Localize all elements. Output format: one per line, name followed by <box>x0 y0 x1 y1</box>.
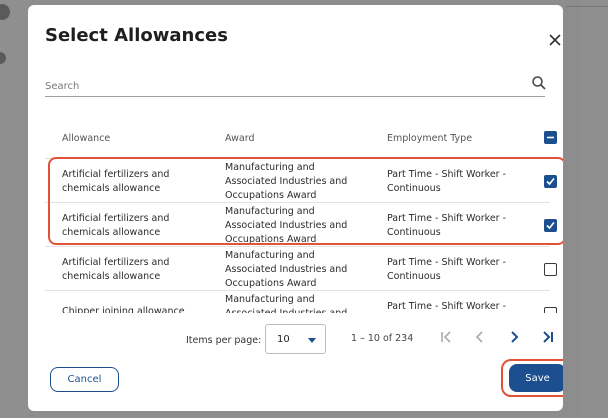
items-per-page-label: Items per page: <box>186 335 262 346</box>
employment-type-cell: Part Time - Shift Worker - Continuous <box>387 257 507 282</box>
dialog-title: Select Allowances <box>45 25 228 46</box>
row-checkbox[interactable] <box>544 307 557 313</box>
page-range: 1 – 10 of 234 <box>351 333 414 344</box>
search-field <box>45 75 547 97</box>
award-cell: Manufacturing and Associated Industries … <box>225 294 347 313</box>
award-cell: Manufacturing and Associated Industries … <box>225 206 348 245</box>
allowance-cell: Artificial fertilizers and chemicals all… <box>62 213 170 238</box>
allowance-cell: Chipper joining allowance <box>62 306 185 313</box>
background-left-panel <box>0 0 28 418</box>
close-icon[interactable] <box>547 32 563 48</box>
last-page-icon[interactable] <box>537 326 559 348</box>
column-header-award: Award <box>225 132 255 144</box>
row-checkbox[interactable] <box>544 263 557 276</box>
allowance-cell: Artificial fertilizers and chemicals all… <box>62 169 170 194</box>
items-per-page-value: 10 <box>277 334 290 345</box>
background-divider <box>566 6 608 7</box>
table-row[interactable]: Artificial fertilizers and chemicals all… <box>45 159 557 203</box>
row-checkbox[interactable] <box>544 219 557 232</box>
allowances-table: Allowance Award Employment Type Artifici… <box>45 118 563 313</box>
items-per-page-select[interactable]: 10 <box>265 324 326 354</box>
table-row[interactable]: Chipper joining allowance Manufacturing … <box>45 291 557 313</box>
save-button[interactable]: Save <box>509 364 563 392</box>
background-right-panel <box>580 0 608 418</box>
previous-page-icon[interactable] <box>469 326 491 348</box>
award-cell: Manufacturing and Associated Industries … <box>225 250 348 289</box>
column-header-employment-type: Employment Type <box>387 132 473 144</box>
paginator: Items per page: 10 1 – 10 of 234 <box>28 321 563 355</box>
employment-type-cell: Part Time - Shift Worker - <box>387 301 507 312</box>
column-header-allowance: Allowance <box>62 132 111 144</box>
caret-down-icon <box>308 338 316 343</box>
award-cell: Manufacturing and Associated Industries … <box>225 162 348 201</box>
select-all-checkbox[interactable] <box>544 131 557 144</box>
next-page-icon[interactable] <box>503 326 525 348</box>
search-input[interactable] <box>45 78 515 94</box>
first-page-icon[interactable] <box>435 326 457 348</box>
cancel-button[interactable]: Cancel <box>50 367 119 392</box>
search-icon[interactable] <box>531 75 547 91</box>
employment-type-cell: Part Time - Shift Worker - Continuous <box>387 169 507 194</box>
select-allowances-dialog: Select Allowances Allowance Award Employ… <box>28 5 563 411</box>
employment-type-cell: Part Time - Shift Worker - Continuous <box>387 213 507 238</box>
table-row[interactable]: Artificial fertilizers and chemicals all… <box>45 247 557 291</box>
table-row[interactable]: Artificial fertilizers and chemicals all… <box>45 203 557 247</box>
row-checkbox[interactable] <box>544 175 557 188</box>
allowance-cell: Artificial fertilizers and chemicals all… <box>62 257 170 282</box>
